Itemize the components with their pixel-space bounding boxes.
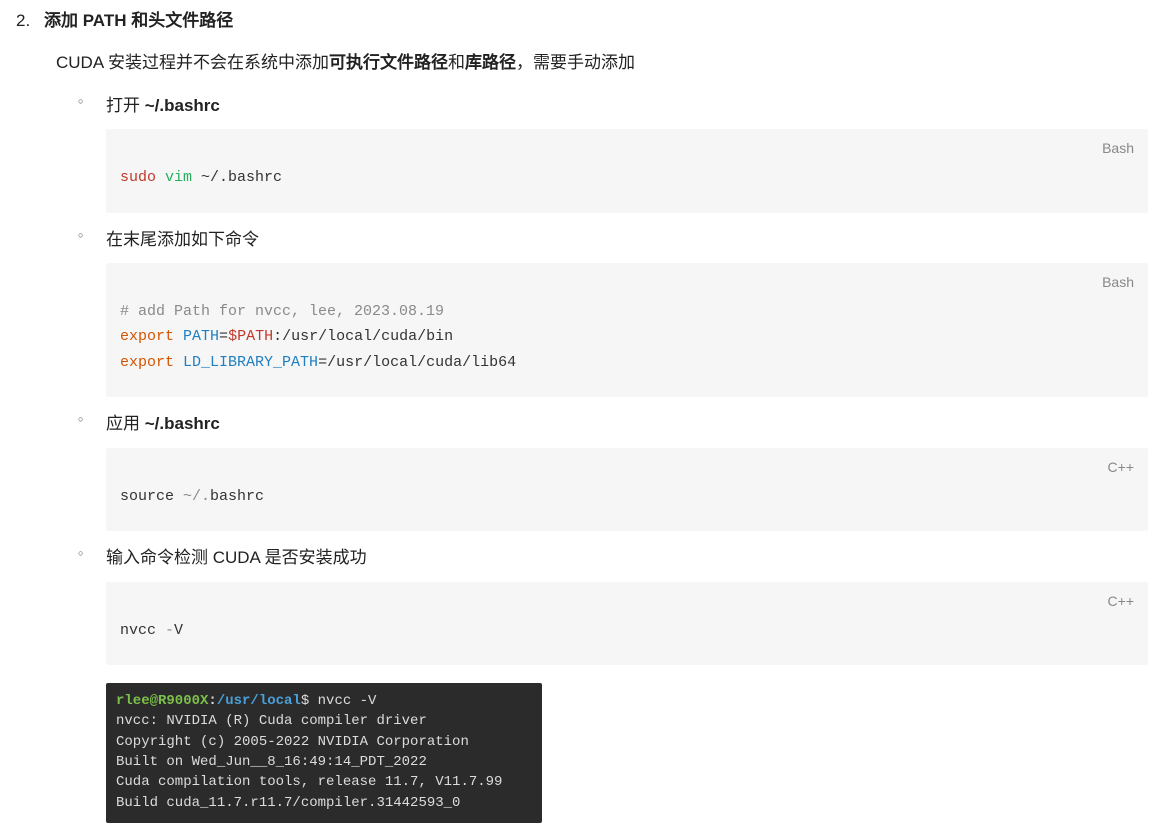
list-item: 应用 ~/.bashrc C++ source ~/.bashrc	[56, 411, 1148, 531]
terminal-prompt: $ nvcc -V	[301, 693, 377, 709]
code-block[interactable]: Bash # add Path for nvcc, lee, 2023.08.19…	[106, 263, 1148, 398]
para-and: 和	[448, 53, 465, 72]
list-item-heading: 输入命令检测 CUDA 是否安装成功	[106, 545, 1148, 571]
list-item-heading: 应用 ~/.bashrc	[106, 411, 1148, 437]
terminal-colon: :	[208, 693, 216, 709]
code-language-label: C++	[1108, 590, 1134, 614]
code-block[interactable]: C++ source ~/.bashrc	[106, 448, 1148, 532]
code-block[interactable]: C++ nvcc -V	[106, 582, 1148, 666]
terminal-path: /usr/local	[217, 693, 301, 709]
list-item: 在末尾添加如下命令 Bash # add Path for nvcc, lee, 2…	[56, 227, 1148, 398]
list-item: 打开 ~/.bashrc Bash sudo vim ~/.bashrc	[56, 93, 1148, 213]
para-bold2: 库路径	[465, 53, 516, 72]
sub-list: 打开 ~/.bashrc Bash sudo vim ~/.bashrc 在末尾添加如…	[56, 93, 1148, 823]
terminal-user: rlee@R9000X	[116, 693, 208, 709]
ordered-item-title: 添加 PATH 和头文件路径	[44, 8, 233, 34]
code-content: source ~/.bashrc	[120, 484, 1134, 510]
code-content: sudo vim ~/.bashrc	[120, 165, 1134, 191]
code-language-label: Bash	[1102, 137, 1134, 161]
code-content: # add Path for nvcc, lee, 2023.08.19 exp…	[120, 299, 1134, 376]
list-item-heading: 打开 ~/.bashrc	[106, 93, 1148, 119]
path-segment: ~/.bashrc	[145, 414, 220, 433]
code-language-label: C++	[1108, 456, 1134, 480]
para-bold1: 可执行文件路径	[329, 53, 448, 72]
para-pre: CUDA 安装过程并不会在系统中添加	[56, 53, 329, 72]
code-language-label: Bash	[1102, 271, 1134, 295]
code-content: nvcc -V	[120, 618, 1134, 644]
list-item: 输入命令检测 CUDA 是否安装成功 C++ nvcc -V rlee@R9000X:…	[56, 545, 1148, 823]
code-block[interactable]: Bash sudo vim ~/.bashrc	[106, 129, 1148, 213]
ordered-item-number: 2.	[16, 8, 34, 34]
ordered-item-header: 2. 添加 PATH 和头文件路径	[16, 8, 1148, 34]
intro-paragraph: CUDA 安装过程并不会在系统中添加可执行文件路径和库路径，需要手动添加	[56, 50, 1148, 76]
terminal-output: rlee@R9000X:/usr/local$ nvcc -V nvcc: NV…	[106, 683, 542, 823]
path-segment: ~/.bashrc	[145, 96, 220, 115]
list-item-heading: 在末尾添加如下命令	[106, 227, 1148, 253]
para-post: ，需要手动添加	[516, 53, 635, 72]
